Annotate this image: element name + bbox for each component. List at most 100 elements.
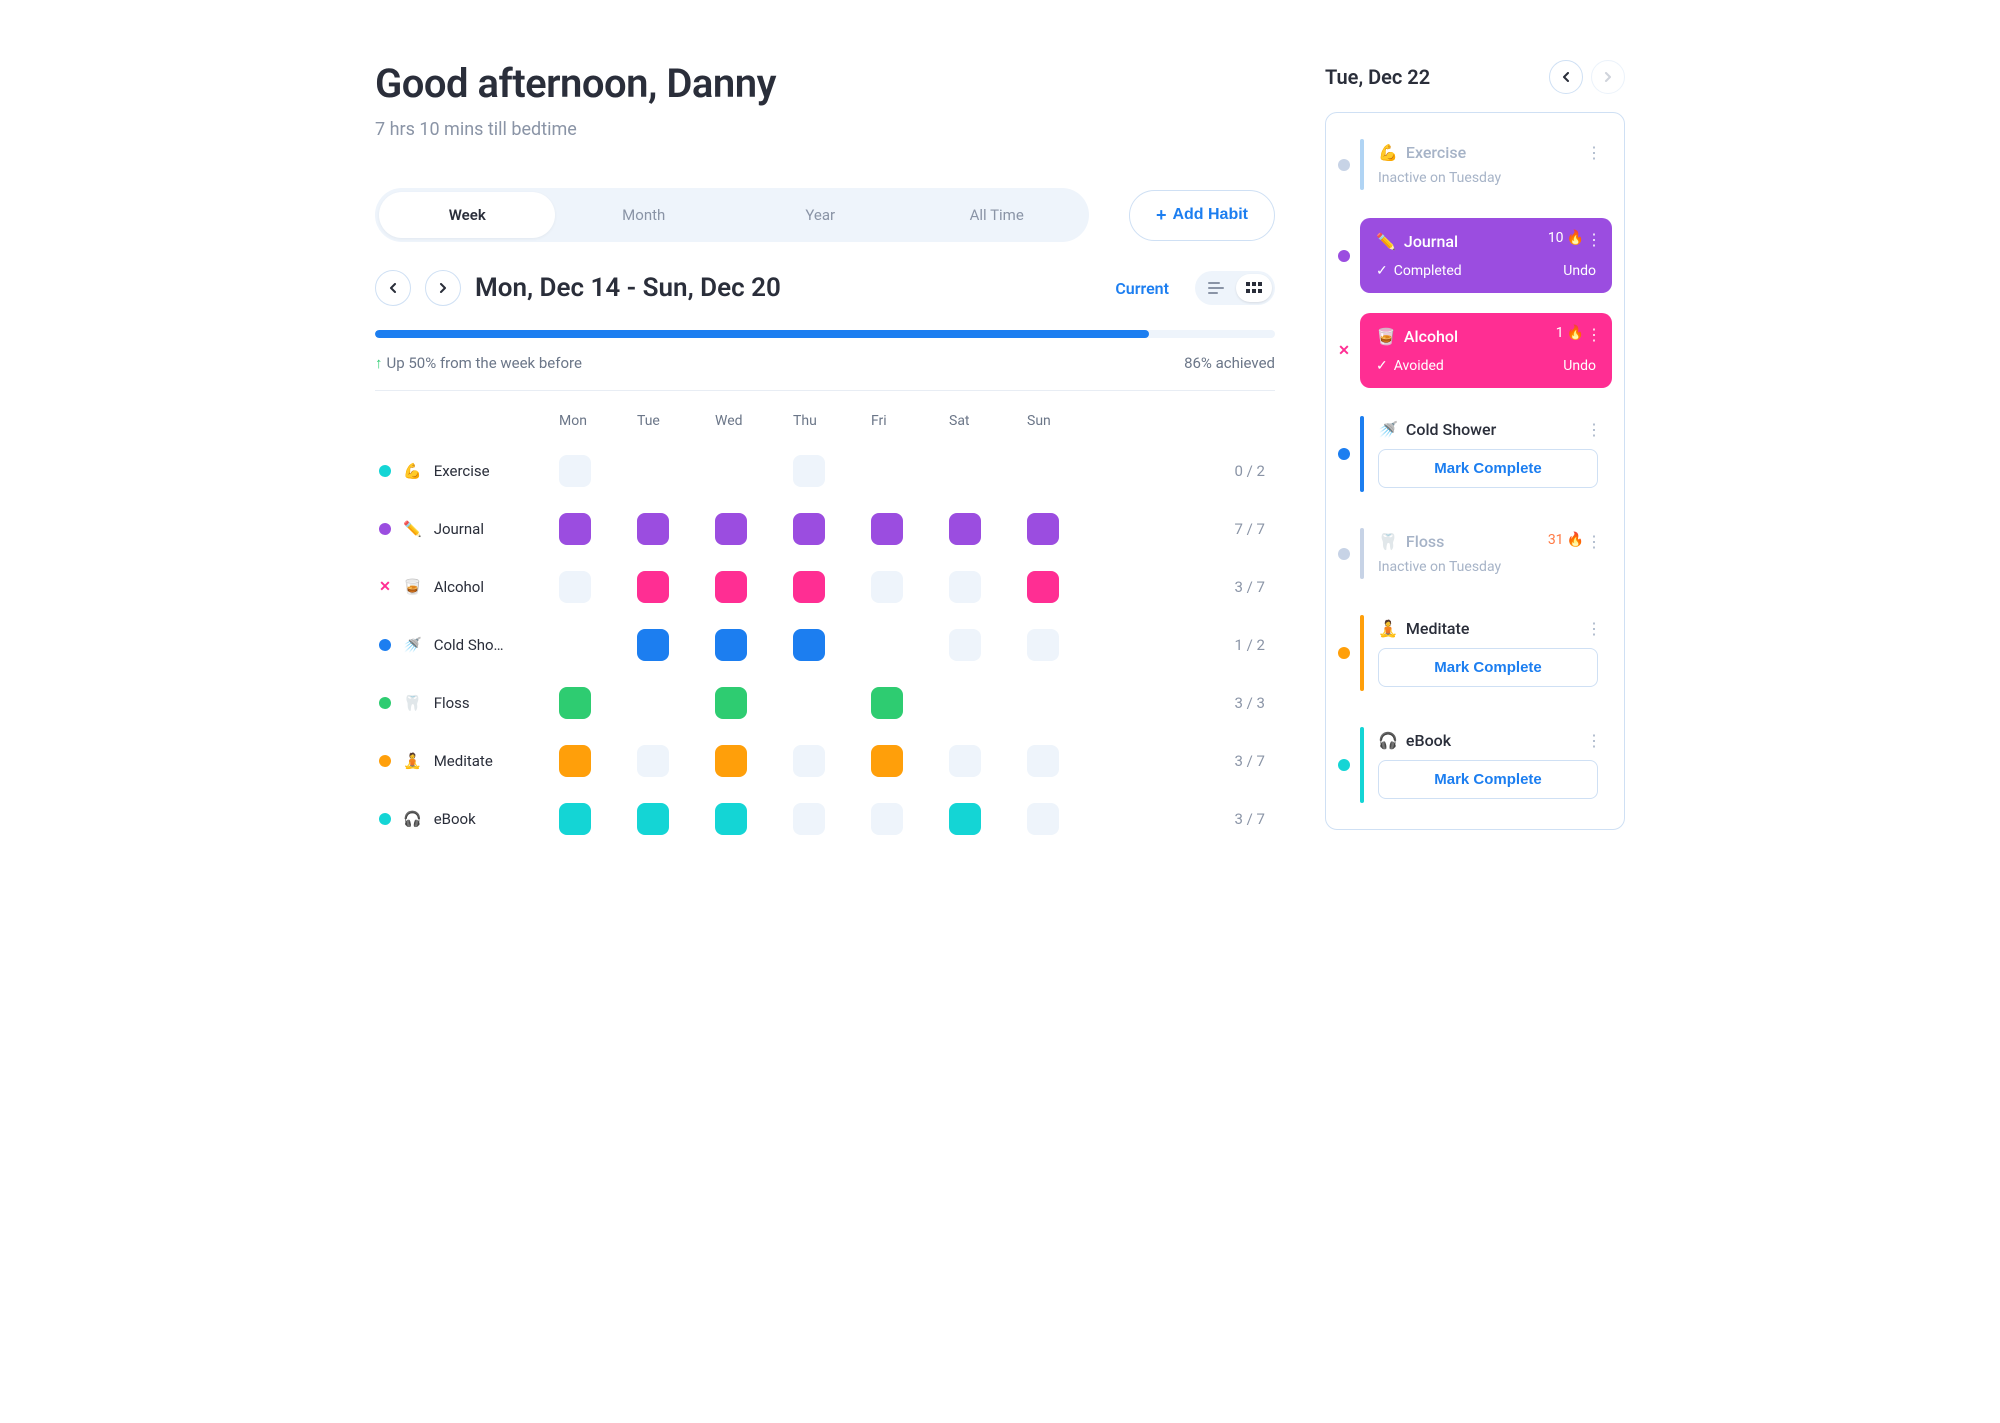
habit-cell-alcohol-tue[interactable] bbox=[637, 571, 669, 603]
habit-cell-journal-mon[interactable] bbox=[559, 513, 591, 545]
today-card-floss[interactable]: 31 🔥 ⋮ 🦷Floss Inactive on Tuesday bbox=[1360, 520, 1612, 587]
card-more-button[interactable]: ⋮ bbox=[1586, 230, 1602, 249]
habit-row-coldshower: 🚿Cold Sho… 1 / 2 bbox=[375, 629, 1275, 661]
today-card-journal[interactable]: 10 🔥 ⋮ ✏️Journal ✓ CompletedUndo bbox=[1360, 218, 1612, 293]
day-header-sat: Sat bbox=[949, 413, 1007, 429]
card-subtext: Inactive on Tuesday bbox=[1378, 170, 1598, 186]
habit-dot bbox=[1338, 759, 1350, 771]
habit-cell-alcohol-wed[interactable] bbox=[715, 571, 747, 603]
habit-emoji: 🎧 bbox=[403, 810, 422, 828]
habit-cell-floss-mon[interactable] bbox=[559, 687, 591, 719]
card-accent-bar bbox=[1360, 615, 1364, 691]
habit-cell-ebook-fri[interactable] bbox=[871, 803, 903, 835]
current-link[interactable]: Current bbox=[1115, 279, 1169, 298]
habit-cell-journal-sun[interactable] bbox=[1027, 513, 1059, 545]
habit-cell-floss-fri[interactable] bbox=[871, 687, 903, 719]
habit-cell-alcohol-sat[interactable] bbox=[949, 571, 981, 603]
segment-year[interactable]: Year bbox=[732, 192, 908, 238]
habit-cell-journal-sat[interactable] bbox=[949, 513, 981, 545]
habit-label-exercise[interactable]: 💪Exercise bbox=[379, 462, 539, 480]
habit-label-ebook[interactable]: 🎧 eBook bbox=[379, 810, 539, 828]
habit-cell-meditate-wed[interactable] bbox=[715, 745, 747, 777]
view-list-button[interactable] bbox=[1198, 274, 1234, 302]
card-more-button[interactable]: ⋮ bbox=[1586, 731, 1602, 750]
streak-badge: 31 🔥 bbox=[1548, 532, 1584, 548]
undo-button[interactable]: Undo bbox=[1563, 358, 1596, 374]
today-card-ebook[interactable]: ⋮ 🎧eBook Mark Complete bbox=[1360, 719, 1612, 811]
habit-name: eBook bbox=[434, 810, 476, 828]
add-habit-button[interactable]: + Add Habit bbox=[1129, 190, 1275, 241]
habit-cell-meditate-mon[interactable] bbox=[559, 745, 591, 777]
today-card-coldshower[interactable]: ⋮ 🚿Cold Shower Mark Complete bbox=[1360, 408, 1612, 500]
habit-cell-meditate-fri[interactable] bbox=[871, 745, 903, 777]
prev-range-button[interactable] bbox=[375, 270, 411, 306]
streak-badge: 1 🔥 bbox=[1556, 325, 1584, 341]
habit-cell-alcohol-mon[interactable] bbox=[559, 571, 591, 603]
card-more-button[interactable]: ⋮ bbox=[1586, 532, 1602, 551]
habit-cell-alcohol-thu[interactable] bbox=[793, 571, 825, 603]
habit-label-meditate[interactable]: 🧘Meditate bbox=[379, 752, 539, 770]
habit-label-floss[interactable]: 🦷Floss bbox=[379, 694, 539, 712]
habit-cell-ebook-thu[interactable] bbox=[793, 803, 825, 835]
card-accent-bar bbox=[1360, 416, 1364, 492]
mark-complete-button[interactable]: Mark Complete bbox=[1378, 760, 1598, 799]
card-more-button[interactable]: ⋮ bbox=[1586, 619, 1602, 638]
habit-row-exercise: 💪Exercise0 / 2 bbox=[375, 455, 1275, 487]
card-more-button[interactable]: ⋮ bbox=[1586, 325, 1602, 344]
habit-cell-ebook-tue[interactable] bbox=[637, 803, 669, 835]
habit-name: Floss bbox=[434, 694, 470, 712]
habit-cell-meditate-thu[interactable] bbox=[793, 745, 825, 777]
today-card-alcohol[interactable]: 1 🔥 ⋮ 🥃Alcohol ✓ AvoidedUndo bbox=[1360, 313, 1612, 388]
day-header-tue: Tue bbox=[637, 413, 695, 429]
card-status: ✓ Avoided bbox=[1376, 358, 1444, 374]
habit-label-journal[interactable]: ✏️Journal bbox=[379, 520, 539, 538]
today-card-wrap-coldshower: ⋮ 🚿Cold Shower Mark Complete bbox=[1338, 408, 1612, 500]
habit-cell-ebook-mon[interactable] bbox=[559, 803, 591, 835]
segment-month[interactable]: Month bbox=[555, 192, 731, 238]
undo-button[interactable]: Undo bbox=[1563, 263, 1596, 279]
today-card-meditate[interactable]: ⋮ 🧘Meditate Mark Complete bbox=[1360, 607, 1612, 699]
habit-cell-journal-wed[interactable] bbox=[715, 513, 747, 545]
card-more-button[interactable]: ⋮ bbox=[1586, 420, 1602, 439]
next-range-button[interactable] bbox=[425, 270, 461, 306]
segment-all-time[interactable]: All Time bbox=[908, 192, 1084, 238]
habit-label-coldshower[interactable]: 🚿Cold Sho… bbox=[379, 636, 539, 654]
today-panel: ⋮ 💪Exercise Inactive on Tuesday 10 🔥 ⋮ ✏… bbox=[1325, 112, 1625, 830]
habit-cell-journal-thu[interactable] bbox=[793, 513, 825, 545]
check-icon: ✓ bbox=[1376, 263, 1388, 279]
habit-cell-coldshower-thu[interactable] bbox=[793, 629, 825, 661]
habit-score-journal: 7 / 7 bbox=[1105, 520, 1271, 538]
habit-score-coldshower: 1 / 2 bbox=[1105, 636, 1271, 654]
habit-cell-coldshower-sun[interactable] bbox=[1027, 629, 1059, 661]
habit-cell-meditate-sun[interactable] bbox=[1027, 745, 1059, 777]
segment-week[interactable]: Week bbox=[379, 192, 555, 238]
habit-score-floss: 3 / 3 bbox=[1105, 694, 1271, 712]
habit-cell-ebook-sat[interactable] bbox=[949, 803, 981, 835]
habit-emoji: 🎧 bbox=[1378, 731, 1398, 750]
habit-cell-exercise-thu[interactable] bbox=[793, 455, 825, 487]
habit-cell-ebook-wed[interactable] bbox=[715, 803, 747, 835]
habit-cell-exercise-mon[interactable] bbox=[559, 455, 591, 487]
chevron-left-icon bbox=[388, 283, 398, 293]
habit-cell-journal-fri[interactable] bbox=[871, 513, 903, 545]
habit-cell-meditate-tue[interactable] bbox=[637, 745, 669, 777]
side-prev-day-button[interactable] bbox=[1549, 60, 1583, 94]
habit-cell-coldshower-tue[interactable] bbox=[637, 629, 669, 661]
today-card-exercise[interactable]: ⋮ 💪Exercise Inactive on Tuesday bbox=[1360, 131, 1612, 198]
card-more-button[interactable]: ⋮ bbox=[1586, 143, 1602, 162]
habit-score-alcohol: 3 / 7 bbox=[1105, 578, 1271, 596]
habit-cell-coldshower-sat[interactable] bbox=[949, 629, 981, 661]
mark-complete-button[interactable]: Mark Complete bbox=[1378, 648, 1598, 687]
habit-cell-alcohol-fri[interactable] bbox=[871, 571, 903, 603]
habit-cell-floss-wed[interactable] bbox=[715, 687, 747, 719]
habit-cell-meditate-sat[interactable] bbox=[949, 745, 981, 777]
habit-cell-coldshower-wed[interactable] bbox=[715, 629, 747, 661]
habit-name: Cold Shower bbox=[1406, 420, 1496, 439]
habit-cell-alcohol-sun[interactable] bbox=[1027, 571, 1059, 603]
bedtime-subtitle: 7 hrs 10 mins till bedtime bbox=[375, 119, 1275, 140]
habit-cell-journal-tue[interactable] bbox=[637, 513, 669, 545]
habit-label-alcohol[interactable]: ✕🥃Alcohol bbox=[379, 578, 539, 596]
habit-cell-ebook-sun[interactable] bbox=[1027, 803, 1059, 835]
view-grid-button[interactable] bbox=[1236, 274, 1272, 302]
mark-complete-button[interactable]: Mark Complete bbox=[1378, 449, 1598, 488]
